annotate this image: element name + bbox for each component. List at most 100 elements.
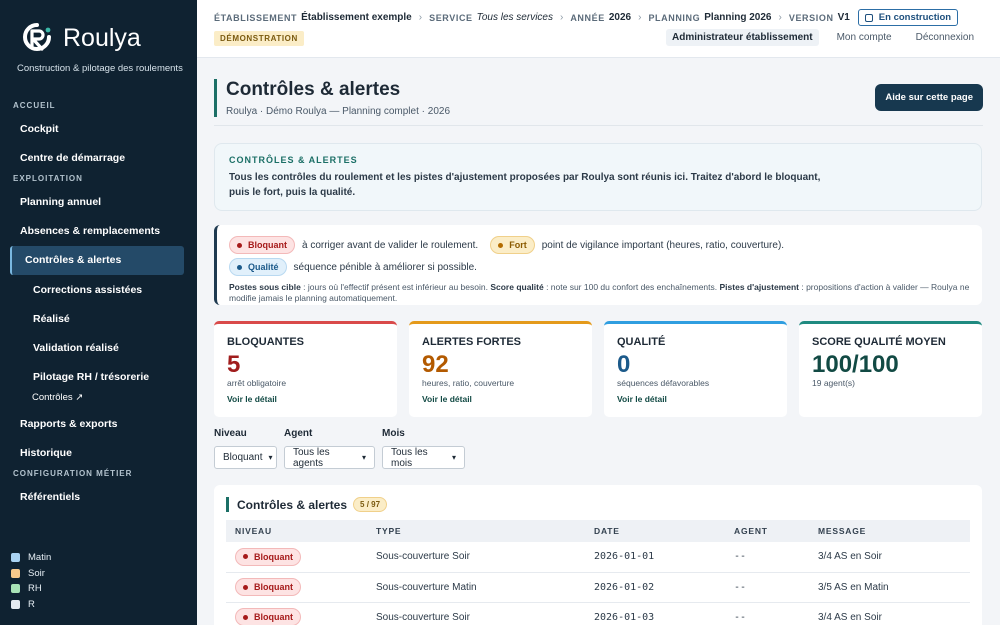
type-cell: Sous-couverture Soir [367, 542, 585, 573]
status-badge: En construction [857, 9, 959, 26]
breadcrumb: ÉTABLISSEMENT Établissement exemple › SE… [214, 9, 959, 26]
kpi-card-alertes-fortes: ALERTES FORTES 92 heures, ratio, couvert… [409, 321, 592, 417]
pill-label: Bloquant [254, 551, 293, 562]
dot-icon [498, 242, 504, 248]
legend-swatch [11, 584, 20, 594]
kpi-detail-link[interactable]: Voir le détail [617, 394, 774, 404]
message-cell: 3/4 AS en Soir [809, 542, 970, 573]
crumb-value-etablissement[interactable]: Établissement exemple [301, 12, 412, 23]
sidebar-item-validation[interactable]: Validation réalisé [0, 334, 197, 363]
account-links: Administrateur établissement Mon compte … [654, 29, 980, 46]
chevron-right-icon: › [559, 12, 564, 23]
kpi-sub: heures, ratio, couverture [422, 378, 515, 388]
shift-legend: Matin Soir RH R [11, 550, 51, 612]
kpi-title: QUALITÉ [617, 336, 666, 348]
table-row[interactable]: Bloquant Sous-couverture Soir 2026-01-01… [226, 542, 970, 573]
help-button[interactable]: Aide sur cette page [875, 84, 983, 111]
crumb-value-annee[interactable]: 2026 [609, 12, 631, 23]
mois-select[interactable]: Tous les mois ▾ [382, 446, 465, 469]
legend-item: Soir [11, 566, 51, 582]
filter-niveau: Niveau Bloquant ▾ [214, 428, 277, 469]
alerts-table-panel: Contrôles & alertes 5 / 97 NIVEAU TYPE D… [214, 485, 982, 625]
divider [214, 125, 983, 126]
kpi-detail-link[interactable]: Voir le détail [227, 394, 384, 404]
agent-select[interactable]: Tous les agents ▾ [284, 446, 375, 469]
pill-label: Qualité [248, 262, 279, 272]
select-value: Tous les agents [293, 446, 330, 469]
column-header[interactable]: DATE [585, 520, 725, 542]
chevron-down-icon: ▾ [361, 453, 366, 462]
kpi-value: 0 [617, 351, 631, 378]
crumb-key-service: SERVICE [429, 12, 473, 23]
column-header[interactable]: MESSAGE [809, 520, 970, 542]
niveau-select[interactable]: Bloquant ▾ [214, 446, 277, 469]
kpi-sub: séquences défavorables [617, 378, 710, 388]
pill-label: Bloquant [254, 582, 293, 592]
table-row[interactable]: Bloquant Sous-couverture Soir 2026-01-03… [226, 602, 970, 625]
sidebar-item-historique[interactable]: Historique [0, 439, 197, 468]
crumb-value-version[interactable]: V1 [838, 12, 850, 23]
qualite-pill: Qualité [229, 258, 287, 276]
agent-cell: -- [725, 542, 809, 573]
kpi-title: SCORE QUALITÉ MOYEN [812, 336, 946, 348]
crumb-key-version: VERSION [788, 12, 834, 23]
crumb-value-planning[interactable]: Planning 2026 [704, 12, 771, 23]
table-row[interactable]: Bloquant Sous-couverture Matin 2026-01-0… [226, 572, 970, 603]
status-label: En construction [878, 12, 952, 23]
filter-mois: Mois Tous les mois ▾ [382, 428, 465, 469]
dot-icon [237, 242, 242, 248]
chevron-down-icon: ▾ [451, 453, 456, 462]
account-link[interactable]: Mon compte [831, 29, 898, 46]
column-header[interactable]: NIVEAU [226, 520, 367, 542]
kpi-title: BLOQUANTES [227, 336, 304, 348]
sidebar-item-pilotage[interactable]: Pilotage RH / trésorerie [0, 363, 197, 392]
note-term: Pistes d'ajustement [719, 282, 800, 292]
count-badge: 5 / 97 [353, 497, 388, 512]
kpi-card-qualite: QUALITÉ 0 séquences défavorables Voir le… [604, 321, 787, 417]
bloquant-pill: Bloquant [235, 578, 301, 596]
qualite-desc: séquence pénible à améliorer si possible… [293, 261, 477, 273]
table-header-row: NIVEAU TYPE DATE AGENT MESSAGE [226, 520, 970, 542]
demo-badge: DÉMONSTRATION [214, 31, 304, 46]
niveau-cell: Bloquant [226, 542, 367, 573]
sidebar-item-rapports[interactable]: Rapports & exports [0, 410, 197, 439]
chevron-down-icon: ▾ [268, 453, 273, 462]
crumb-key-planning: PLANNING [648, 12, 701, 23]
crumb-value-service[interactable]: Tous les services [477, 12, 553, 23]
legend-row: Bloquant à corriger avant de valider le … [229, 234, 970, 256]
table-header: Contrôles & alertes 5 / 97 [226, 497, 388, 512]
sidebar-item-controles-sub[interactable]: Contrôles ↗ [0, 392, 197, 410]
column-header[interactable]: TYPE [367, 520, 585, 542]
admin-link[interactable]: Administrateur établissement [665, 29, 819, 46]
section-config: CONFIGURATION MÉTIER [13, 469, 133, 478]
crumb-key-annee: ANNÉE [570, 12, 605, 23]
message-cell: 3/4 AS en Soir [809, 602, 970, 625]
intro-title: CONTRÔLES & ALERTES [229, 155, 358, 165]
bloquant-pill: Bloquant [235, 608, 301, 625]
column-header[interactable]: AGENT [725, 520, 809, 542]
crumb-key-etablissement: ÉTABLISSEMENT [214, 12, 298, 23]
pill-label: Fort [509, 240, 527, 250]
bloquant-pill: Bloquant [229, 236, 295, 254]
dot-icon [243, 614, 248, 620]
sidebar-item-absences[interactable]: Absences & remplacements [0, 217, 197, 246]
legend-item: RH [11, 581, 51, 597]
date-cell: 2026-01-02 [585, 572, 725, 603]
brand-logo[interactable]: Roulya [22, 22, 197, 54]
sidebar-item-corrections[interactable]: Corrections assistées [0, 276, 197, 305]
sidebar-item-planning[interactable]: Planning annuel [0, 188, 197, 217]
sidebar-item-demarrage[interactable]: Centre de démarrage [0, 144, 197, 173]
logout-link[interactable]: Déconnexion [910, 29, 980, 46]
sidebar-item-referentiels[interactable]: Référentiels [0, 483, 197, 512]
sidebar-item-cockpit[interactable]: Cockpit [0, 115, 197, 144]
kpi-value: 5 [227, 351, 241, 378]
sidebar-item-controles[interactable]: Contrôles & alertes [10, 246, 184, 275]
sidebar: Roulya Construction & pilotage des roule… [0, 0, 197, 625]
sidebar-item-realise[interactable]: Réalisé [0, 305, 197, 334]
legend-label: Soir [28, 567, 45, 579]
kpi-card-score-qualite: SCORE QUALITÉ MOYEN 100/100 19 agent(s) [799, 321, 982, 417]
kpi-sub: 19 agent(s) [812, 378, 855, 388]
fort-pill: Fort [490, 236, 535, 254]
kpi-detail-link[interactable]: Voir le détail [422, 394, 579, 404]
fort-desc: point de vigilance important (heures, ra… [541, 239, 785, 251]
